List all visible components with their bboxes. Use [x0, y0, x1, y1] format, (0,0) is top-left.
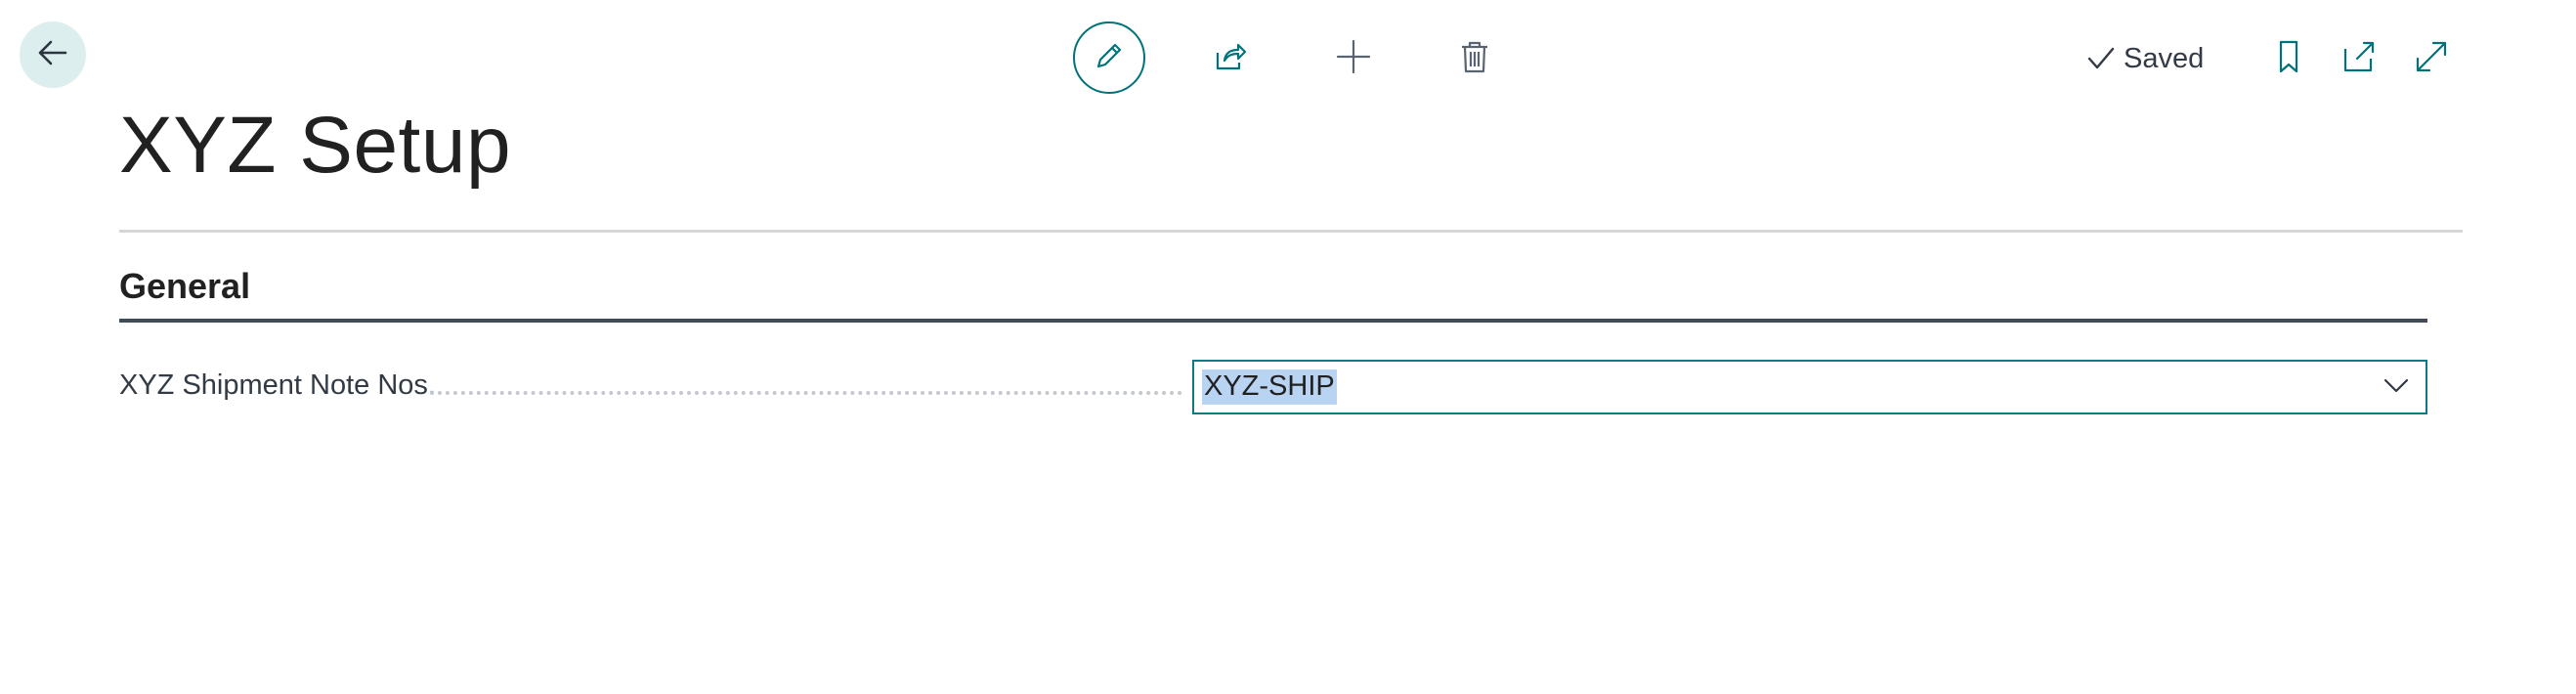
plus-icon [1335, 38, 1372, 80]
open-new-window-button[interactable] [2338, 37, 2381, 80]
delete-button[interactable] [1448, 22, 1501, 96]
section-divider [119, 319, 2427, 323]
share-button[interactable] [1204, 22, 1257, 96]
edit-button[interactable] [1073, 22, 1145, 94]
bookmark-button[interactable] [2267, 37, 2310, 80]
bookmark-icon [2274, 39, 2303, 79]
section-title-general[interactable]: General [119, 266, 250, 307]
open-new-window-icon [2341, 39, 2377, 79]
shipment-note-nos-value[interactable]: XYZ-SHIP [1202, 369, 1337, 405]
new-button[interactable] [1327, 22, 1380, 96]
share-icon [1213, 39, 1248, 79]
expand-button[interactable] [2410, 37, 2453, 80]
expand-icon [2414, 39, 2449, 79]
back-button[interactable] [20, 22, 86, 88]
check-icon [2086, 44, 2116, 73]
shipment-note-nos-dropdown-button[interactable] [2381, 371, 2412, 403]
save-status: Saved [2086, 37, 2204, 80]
pencil-icon [1093, 39, 1126, 77]
arrow-left-icon [36, 36, 69, 74]
title-divider [119, 230, 2463, 233]
save-status-text: Saved [2124, 42, 2205, 74]
chevron-down-icon [2383, 371, 2410, 404]
field-label-shipment-note-nos: XYZ Shipment Note Nos. [119, 369, 436, 401]
shipment-note-nos-field[interactable]: XYZ-SHIP [1192, 360, 2427, 414]
page-title: XYZ Setup [119, 101, 512, 190]
page-root: Saved XYZ Setup General XYZ Shipment Not… [0, 0, 2576, 694]
trash-icon [1458, 39, 1491, 79]
field-leader-dots [430, 391, 1182, 395]
